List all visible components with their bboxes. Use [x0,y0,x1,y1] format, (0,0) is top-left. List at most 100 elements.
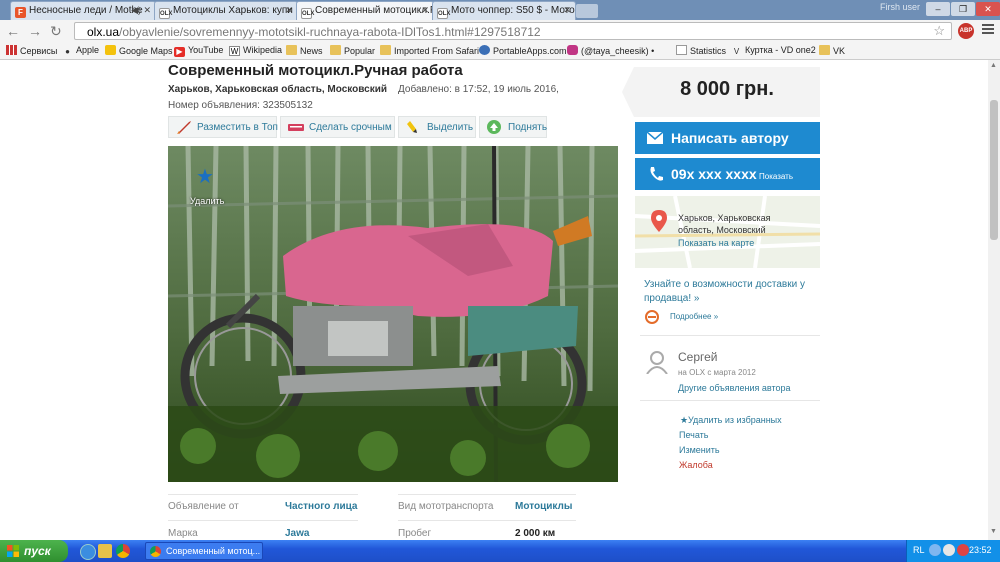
delivery-info-link[interactable]: Узнайте о возможности доставки у продавц… [644,278,814,306]
listing-photo[interactable] [168,146,618,482]
new-tab-button[interactable] [576,4,598,18]
urgent-badge-icon [288,124,304,131]
tab-2[interactable]: OLXМотоциклы Харьков: купи ✕ [154,1,298,20]
close-icon[interactable]: ✕ [285,5,293,16]
tab-3[interactable]: OLXСовременный мотоцикл.Р ✕ [296,1,434,20]
start-label: пуск [24,544,51,558]
bookmark-star-icon[interactable]: ☆ [933,23,945,39]
detail-value[interactable]: Jawa [285,528,309,539]
bookmark-news[interactable]: News [286,45,323,56]
start-button[interactable]: пуск [0,540,68,562]
detail-value[interactable]: Частного лица [285,501,357,512]
highlight-label: Выделить [427,122,474,133]
scroll-thumb[interactable] [990,100,998,240]
bookmark-instagram[interactable]: (@taya_cheesik) • [567,45,654,56]
bookmark-vk[interactable]: VK [819,45,845,56]
browser-menu-icon[interactable] [982,24,994,37]
highlight-button[interactable]: Выделить [398,116,476,138]
detail-value: 2 000 км [515,528,556,539]
remove-favorite-overlay[interactable]: Удалить [190,196,224,206]
taskbar-chrome-window[interactable]: Современный мотоц... [145,542,263,560]
favorite-star-icon[interactable]: ★ [196,164,214,189]
tab-1[interactable]: F Несносные леди / Mothe ◀) ✕ [10,1,156,20]
google-maps-icon [105,45,116,55]
back-icon[interactable]: ← [6,23,20,39]
highlighter-icon [407,121,417,133]
print-link[interactable]: Печать [679,430,708,440]
url-path: /obyavlenie/sovremennyy-mototsikl-ruchna… [119,25,541,39]
page-content: Современный мотоцикл.Ручная работа Харьк… [0,60,988,540]
forward-icon[interactable]: → [28,23,42,39]
raise-arrow-icon [487,120,501,134]
clock[interactable]: 23:52 [969,545,992,555]
write-author-button[interactable]: Написать автору [635,122,820,154]
close-icon[interactable]: ✕ [143,5,151,16]
folder-icon[interactable] [98,544,112,558]
detail-key: Пробег [398,528,432,539]
chrome-icon[interactable] [116,544,130,558]
taskbar-window-label: Современный мотоц... [166,546,261,556]
reload-icon[interactable]: ↻ [50,23,62,40]
listing-title: Современный мотоцикл.Ручная работа [168,62,463,79]
edit-link[interactable]: Изменить [679,445,720,455]
more-details-link[interactable]: Подробнее » [670,312,718,321]
bookmark-popular[interactable]: Popular [330,45,375,56]
language-indicator[interactable]: RL [913,545,925,555]
close-window-button[interactable]: ✕ [976,2,1000,16]
bookmark-statistics[interactable]: Statistics [676,45,726,56]
tab-label: Мотоциклы Харьков: купи [173,5,293,16]
maximize-button[interactable]: ❐ [951,2,975,16]
minimize-button[interactable]: – [926,2,950,16]
volume-icon[interactable] [943,544,955,556]
detail-key: Объявление от [168,501,239,512]
close-icon[interactable]: ✕ [421,5,429,16]
windows-taskbar: пуск Современный мотоц... RL 23:52 [0,540,1000,562]
tab-4[interactable]: OLXМото чоппер: S50 $ - Мото ✕ [432,1,576,20]
page-icon [676,45,687,55]
bookmark-imported-safari[interactable]: Imported From Safari [380,45,479,56]
speaker-icon[interactable]: ◀) [131,5,141,16]
bookmark-vd-one[interactable]: V Куртка - VD one2 [731,45,816,57]
bookmark-portableapps[interactable]: PortableApps.com [479,45,567,56]
make-urgent-label: Сделать срочным [309,122,392,133]
seller-name: Сергей [678,350,718,364]
delivery-truck-icon [645,310,659,324]
raise-button[interactable]: Поднять [479,116,547,138]
show-phone-link[interactable]: Показать [759,172,793,181]
browser-toolbar: ← → ↻ olx.ua/obyavlenie/sovremennyy-moto… [0,20,1000,42]
detail-value[interactable]: Мотоциклы [515,501,572,512]
bookmark-google-maps[interactable]: Google Maps [105,45,173,56]
show-phone-button[interactable]: 09x xxx xxxx Показать [635,158,820,190]
seller-since: на OLX с марта 2012 [678,368,756,377]
bookmark-apple[interactable]: ● Apple [62,45,99,57]
close-icon[interactable]: ✕ [563,5,571,16]
address-bar[interactable]: olx.ua/obyavlenie/sovremennyy-mototsikl-… [74,22,952,40]
bookmark-wikipedia[interactable]: W Wikipedia [229,45,282,56]
rocket-icon [177,121,191,134]
remove-from-favorites-link[interactable]: Удалить из избранных [688,415,782,425]
security-icon[interactable] [957,544,969,556]
scroll-up-icon[interactable]: ▲ [990,62,997,69]
scroll-down-icon[interactable]: ▼ [990,528,997,535]
folder-icon [380,45,391,55]
seller-other-ads-link[interactable]: Другие объявления автора [678,383,791,393]
show-on-map-link[interactable]: Показать на карте [678,238,754,248]
make-urgent-button[interactable]: Сделать срочным [280,116,395,138]
page-scrollbar[interactable]: ▲ ▼ [988,60,1000,540]
listing-location[interactable]: Харьков, Харьковская область, Московский [168,84,387,95]
network-icon[interactable] [929,544,941,556]
apps-grid-icon [6,45,17,55]
apple-icon: ● [65,47,70,56]
report-link[interactable]: Жалоба [679,460,713,470]
details-divider [168,520,358,521]
bookmark-youtube[interactable]: ▶ YouTube [174,45,223,57]
windows-flag-icon [7,545,19,557]
profile-label[interactable]: Firsh user [880,2,920,12]
details-divider [398,494,576,495]
location-map[interactable]: Харьков, Харьковская область, Московский… [635,196,820,268]
chrome-icon [150,546,161,557]
adblock-plus-icon[interactable]: ABP [958,23,974,39]
promote-top-button[interactable]: Разместить в Топ [168,116,278,138]
internet-explorer-icon[interactable] [80,544,96,560]
bookmark-services[interactable]: Сервисы [6,45,57,56]
